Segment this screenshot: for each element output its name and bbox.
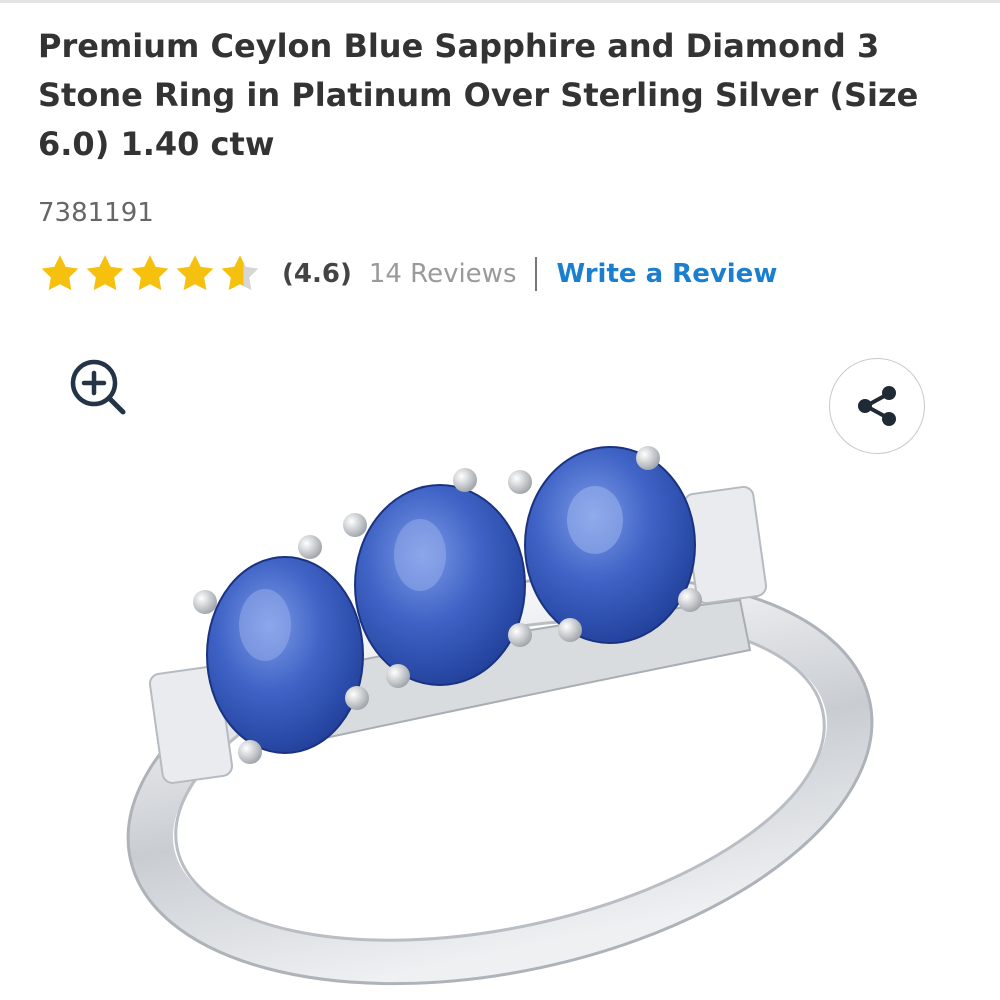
- star-rating: [38, 252, 263, 296]
- star-icon: [221, 255, 259, 291]
- product-image[interactable]: [100, 430, 900, 990]
- product-sku: 7381191: [38, 198, 154, 228]
- top-divider: [0, 0, 1000, 3]
- zoom-button[interactable]: [64, 353, 132, 421]
- ring-image: [126, 446, 874, 986]
- rating-value: (4.6): [282, 259, 352, 289]
- write-review-link[interactable]: Write a Review: [557, 259, 778, 289]
- zoom-in-icon: [70, 359, 126, 415]
- product-title: Premium Ceylon Blue Sapphire and Diamond…: [38, 27, 919, 163]
- star-icon: [41, 255, 79, 291]
- rating-divider: [534, 257, 537, 291]
- star-icon: [131, 255, 169, 291]
- review-count-link[interactable]: 14 Reviews: [369, 259, 517, 289]
- star-icon: [86, 255, 124, 291]
- rating-row: (4.6) 14 Reviews Write a Review: [38, 250, 777, 298]
- star-icon: [176, 255, 214, 291]
- share-icon: [858, 386, 896, 426]
